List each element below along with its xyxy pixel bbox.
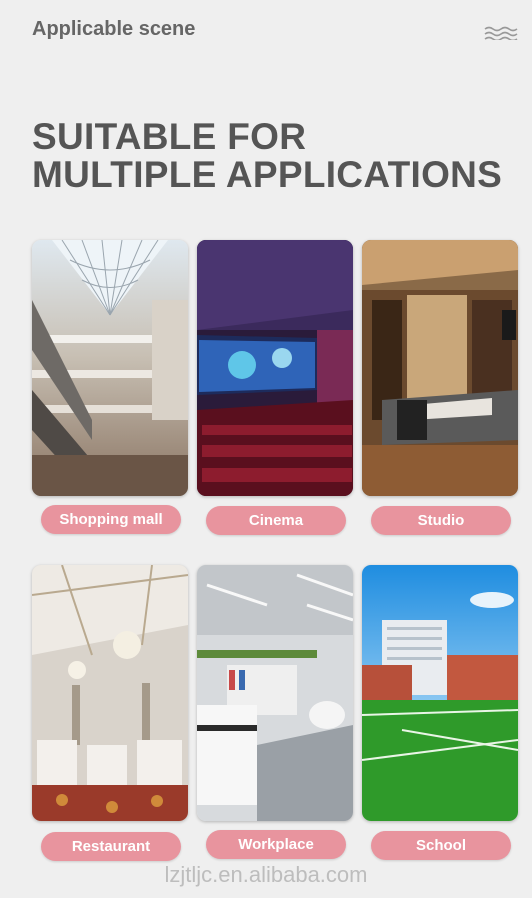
watermark-text: lzjtljc.en.alibaba.com: [164, 862, 368, 887]
headline-line-1: SUITABLE FOR: [32, 116, 307, 157]
restaurant-image[interactable]: [32, 565, 188, 821]
wave-lines-icon[interactable]: [484, 26, 518, 40]
page-headline: SUITABLE FOR MULTIPLE APPLICATIONS: [32, 118, 502, 194]
workplace-image[interactable]: [197, 565, 353, 821]
scene-label-shopping-mall[interactable]: Shopping mall: [41, 505, 181, 534]
cinema-image[interactable]: [197, 240, 353, 496]
scene-label-restaurant[interactable]: Restaurant: [41, 832, 181, 861]
scene-label-school[interactable]: School: [371, 831, 511, 860]
headline-line-2: MULTIPLE APPLICATIONS: [32, 154, 503, 195]
scene-label-cinema[interactable]: Cinema: [206, 506, 346, 535]
header-title: Applicable scene: [32, 18, 196, 40]
scene-label-studio[interactable]: Studio: [371, 506, 511, 535]
school-image[interactable]: [362, 565, 518, 821]
studio-image[interactable]: [362, 240, 518, 496]
scene-label-workplace[interactable]: Workplace: [206, 830, 346, 859]
shopping-mall-image[interactable]: [32, 240, 188, 496]
